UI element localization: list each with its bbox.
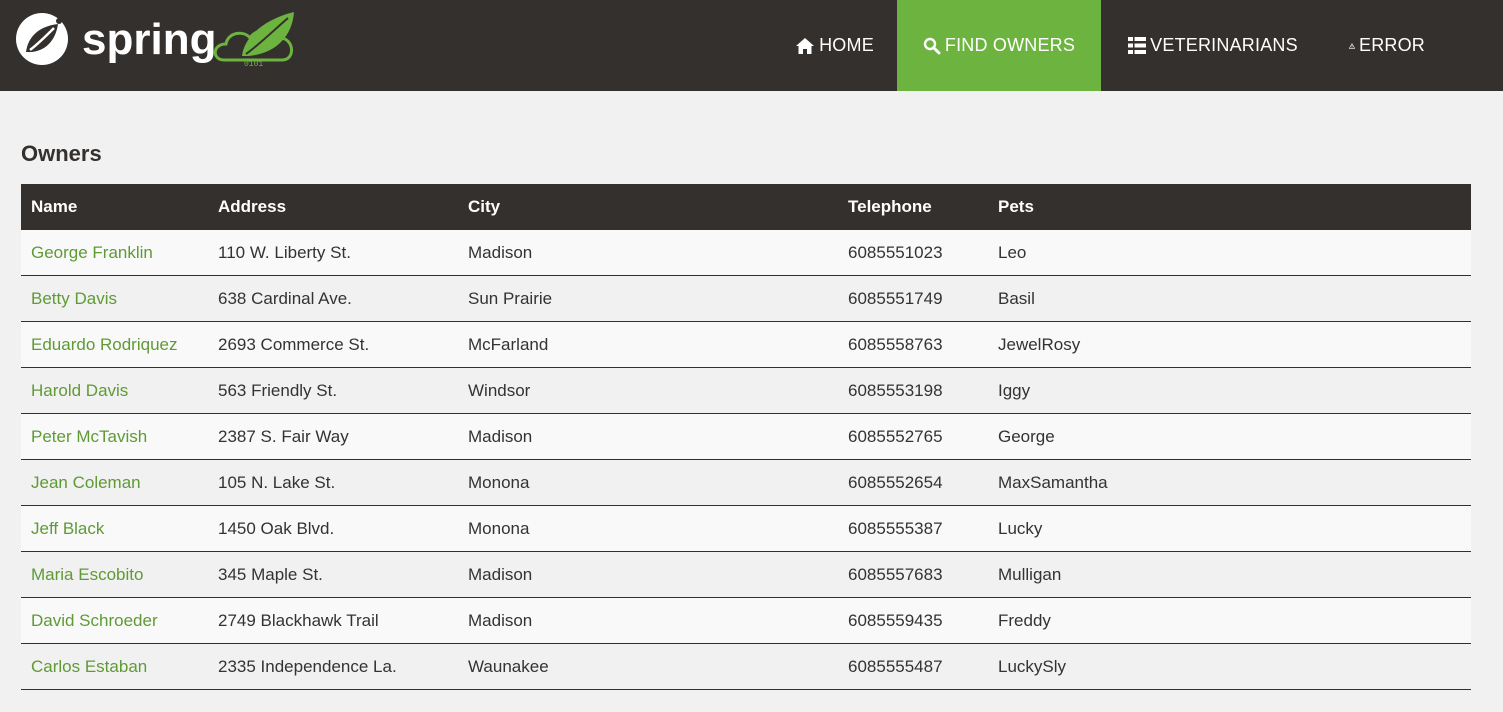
- cell-telephone: 6085551749: [838, 275, 988, 322]
- nav-veterinarians-label: VETERINARIANS: [1150, 35, 1298, 55]
- column-header-telephone: Telephone: [838, 184, 988, 230]
- home-icon: [796, 37, 815, 54]
- column-header-city: City: [458, 184, 838, 230]
- cell-telephone: 6085555487: [838, 643, 988, 690]
- cell-pets: Basil: [988, 275, 1471, 322]
- brand-wordmark: spring: [82, 15, 216, 64]
- main-nav: HOME FIND OWNERS VETERINARIANS ERROR: [772, 0, 1445, 91]
- cell-pets: JewelRosy: [988, 321, 1471, 368]
- owner-link[interactable]: Eduardo Rodriquez: [31, 335, 177, 354]
- cell-pets: Mulligan: [988, 551, 1471, 598]
- nav-home[interactable]: HOME: [772, 0, 897, 91]
- cell-address: 1450 Oak Blvd.: [208, 505, 458, 552]
- cell-name: Jeff Black: [21, 505, 208, 552]
- cell-city: Windsor: [458, 367, 838, 414]
- cell-city: Madison: [458, 551, 838, 598]
- cell-city: Madison: [458, 597, 838, 644]
- cell-city: Madison: [458, 413, 838, 460]
- cell-address: 2387 S. Fair Way: [208, 413, 458, 460]
- cell-address: 563 Friendly St.: [208, 367, 458, 414]
- owner-link[interactable]: George Franklin: [31, 243, 153, 262]
- owner-link[interactable]: David Schroeder: [31, 611, 158, 630]
- owner-link[interactable]: Jean Coleman: [31, 473, 141, 492]
- cell-pets: Lucky: [988, 505, 1471, 552]
- cell-pets: Iggy: [988, 367, 1471, 414]
- cell-name: Jean Coleman: [21, 459, 208, 506]
- table-row: David Schroeder 2749 Blackhawk Trail Mad…: [21, 597, 1471, 644]
- cell-name: Harold Davis: [21, 367, 208, 414]
- cell-telephone: 6085553198: [838, 367, 988, 414]
- nav-veterinarians[interactable]: VETERINARIANS: [1101, 0, 1325, 91]
- column-header-pets: Pets: [988, 184, 1471, 230]
- column-header-address: Address: [208, 184, 458, 230]
- cell-city: Monona: [458, 459, 838, 506]
- nav-error[interactable]: ERROR: [1325, 0, 1445, 91]
- cell-city: Monona: [458, 505, 838, 552]
- owners-table: Name Address City Telephone Pets George …: [21, 184, 1471, 690]
- cell-telephone: 6085552654: [838, 459, 988, 506]
- cell-address: 2693 Commerce St.: [208, 321, 458, 368]
- cell-name: George Franklin: [21, 230, 208, 276]
- owner-link[interactable]: Betty Davis: [31, 289, 117, 308]
- cell-pets: George: [988, 413, 1471, 460]
- column-header-name: Name: [21, 184, 208, 230]
- cell-name: Betty Davis: [21, 275, 208, 322]
- cell-city: Sun Prairie: [458, 275, 838, 322]
- table-header-row: Name Address City Telephone Pets: [21, 184, 1471, 230]
- cell-address: 345 Maple St.: [208, 551, 458, 598]
- table-row: Betty Davis 638 Cardinal Ave. Sun Prairi…: [21, 275, 1471, 322]
- table-row: Maria Escobito 345 Maple St. Madison 608…: [21, 551, 1471, 598]
- table-row: Peter McTavish 2387 S. Fair Way Madison …: [21, 413, 1471, 460]
- cell-telephone: 6085552765: [838, 413, 988, 460]
- owner-link[interactable]: Jeff Black: [31, 519, 104, 538]
- cell-address: 638 Cardinal Ave.: [208, 275, 458, 322]
- nav-error-label: ERROR: [1358, 35, 1425, 55]
- cell-telephone: 6085551023: [838, 230, 988, 276]
- cell-city: McFarland: [458, 321, 838, 368]
- table-row: Harold Davis 563 Friendly St. Windsor 60…: [21, 367, 1471, 414]
- cell-telephone: 6085555387: [838, 505, 988, 552]
- warning-icon: [1349, 42, 1355, 49]
- cell-telephone: 6085559435: [838, 597, 988, 644]
- table-row: Eduardo Rodriquez 2693 Commerce St. McFa…: [21, 321, 1471, 368]
- cell-pets: LuckySly: [988, 643, 1471, 690]
- table-row: Jean Coleman 105 N. Lake St. Monona 6085…: [21, 459, 1471, 506]
- list-icon: [1128, 37, 1147, 54]
- cell-name: Eduardo Rodriquez: [21, 321, 208, 368]
- cell-name: Maria Escobito: [21, 551, 208, 598]
- owner-link[interactable]: Maria Escobito: [31, 565, 143, 584]
- nav-find-owners[interactable]: FIND OWNERS: [897, 0, 1101, 91]
- cell-address: 2335 Independence La.: [208, 643, 458, 690]
- table-row: Carlos Estaban 2335 Independence La. Wau…: [21, 643, 1471, 690]
- owner-link[interactable]: Carlos Estaban: [31, 657, 147, 676]
- table-row: Jeff Black 1450 Oak Blvd. Monona 6085555…: [21, 505, 1471, 552]
- brand-tag: 0101: [244, 60, 263, 69]
- cell-address: 105 N. Lake St.: [208, 459, 458, 506]
- cell-name: David Schroeder: [21, 597, 208, 644]
- cell-pets: Freddy: [988, 597, 1471, 644]
- page-title: Owners: [21, 141, 102, 166]
- cell-address: 110 W. Liberty St.: [208, 230, 458, 276]
- cell-name: Carlos Estaban: [21, 643, 208, 690]
- cell-telephone: 6085557683: [838, 551, 988, 598]
- cell-pets: Leo: [988, 230, 1471, 276]
- cell-city: Waunakee: [458, 643, 838, 690]
- cell-name: Peter McTavish: [21, 413, 208, 460]
- cell-address: 2749 Blackhawk Trail: [208, 597, 458, 644]
- nav-find-owners-label: FIND OWNERS: [944, 35, 1076, 55]
- search-icon: [923, 37, 941, 54]
- cell-city: Madison: [458, 230, 838, 276]
- cell-telephone: 6085558763: [838, 321, 988, 368]
- owner-link[interactable]: Harold Davis: [31, 381, 128, 400]
- nav-home-label: HOME: [819, 35, 874, 55]
- cell-pets: MaxSamantha: [988, 459, 1471, 506]
- spring-logo[interactable]: spring 0101: [12, 8, 302, 72]
- navbar: spring 0101 HOME FIND OWNERS VETERINARIA…: [0, 0, 1503, 91]
- owner-link[interactable]: Peter McTavish: [31, 427, 147, 446]
- table-row: George Franklin 110 W. Liberty St. Madis…: [21, 230, 1471, 276]
